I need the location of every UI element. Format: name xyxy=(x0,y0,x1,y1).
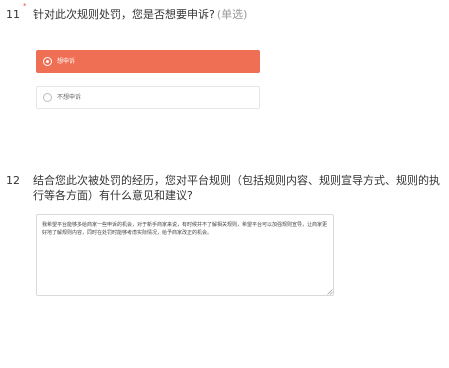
option-label: 想申诉 xyxy=(57,58,76,65)
radio-unselected-icon[interactable] xyxy=(43,93,52,102)
option-label: 不想申诉 xyxy=(57,94,82,101)
question-type: (单选) xyxy=(216,8,248,21)
required-mark: * xyxy=(23,2,27,10)
answer-textarea[interactable]: 我希望平台能够多给商家一些申诉的机会，对于新手商家来说，有时候并不了解相关规则，… xyxy=(36,214,334,296)
question-title-line: 结合您此次被处罚的经历，您对平台规则（包括规则内容、规则宣导方式、规则的执 xyxy=(33,174,440,187)
radio-selected-icon[interactable] xyxy=(43,57,52,66)
question-number: 11 xyxy=(6,8,20,21)
question-title: 结合您此次被处罚的经历，您对平台规则（包括规则内容、规则宣导方式、规则的执 行等… xyxy=(33,173,443,203)
option-no-appeal[interactable]: 不想申诉 xyxy=(36,86,260,109)
question-title: 针对此次规则处罚，您是否想要申诉? (单选) xyxy=(33,7,247,22)
question-number: 12 xyxy=(6,174,20,187)
resize-handle-icon[interactable] xyxy=(327,289,333,295)
question-title-text: 针对此次规则处罚，您是否想要申诉? xyxy=(33,8,215,21)
question-title-line: 行等各方面）有什么意见和建议? xyxy=(33,189,193,202)
option-appeal[interactable]: 想申诉 xyxy=(36,50,260,73)
